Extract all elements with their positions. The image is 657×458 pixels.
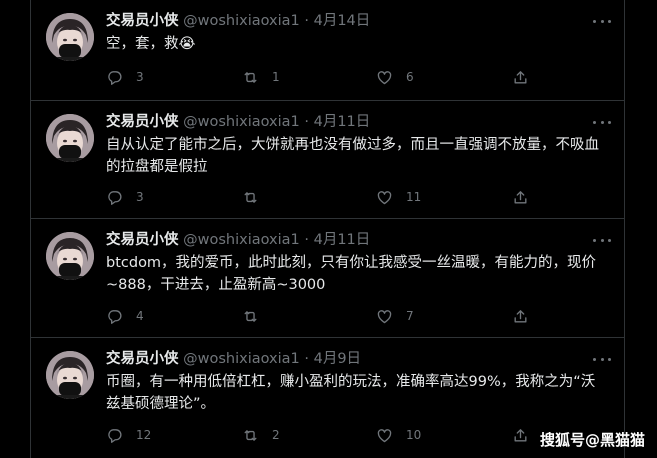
reply-icon [108, 428, 122, 443]
like-button[interactable]: 10 [376, 425, 421, 445]
share-button[interactable] [512, 187, 529, 207]
share-icon [514, 428, 527, 441]
tweet-text: 空，套，救😭 [106, 36, 196, 52]
retweet-button[interactable]: 2 [242, 425, 280, 445]
retweet-icon [244, 429, 257, 441]
retweet-button[interactable] [242, 306, 272, 326]
tweet-text: 币圈，有一种用低倍杠杠，赚小盈利的玩法，准确率高达99%，我称之为“沃兹基硕德理… [106, 374, 596, 412]
like-icon [377, 70, 392, 84]
like-count: 11 [406, 190, 422, 204]
author-handle[interactable]: @woshixiaoxia1 [183, 114, 300, 130]
author-handle[interactable]: @woshixiaoxia1 [183, 232, 300, 248]
tweet-timestamp[interactable]: 4月11日 [314, 232, 371, 248]
reply-button[interactable]: 12 [106, 425, 151, 445]
retweet-icon [244, 71, 257, 83]
reply-button[interactable]: 4 [106, 306, 144, 326]
like-count: 6 [406, 70, 414, 84]
timeline: 交易员小侠 @woshixiaoxia1 · 4月14日 空，套，救😭 3 1 … [30, 0, 625, 458]
retweet-count: 1 [272, 70, 280, 84]
like-count: 7 [406, 309, 414, 323]
avatar[interactable] [46, 232, 94, 280]
tweet-header: 交易员小侠 @woshixiaoxia1 · 4月14日 [106, 11, 370, 31]
more-icon[interactable] [593, 233, 611, 247]
like-button[interactable]: 11 [376, 187, 421, 207]
retweet-icon [244, 310, 257, 322]
tweet-timestamp[interactable]: 4月14日 [314, 13, 371, 29]
like-icon [377, 309, 392, 323]
author-name[interactable]: 交易员小侠 [106, 114, 179, 130]
reply-count: 12 [136, 428, 152, 442]
reply-count: 4 [136, 309, 144, 323]
tweet-item[interactable]: 交易员小侠 @woshixiaoxia1 · 4月9日 币圈，有一种用低倍杠杠，… [30, 338, 625, 458]
retweet-icon [244, 191, 257, 203]
more-icon[interactable] [593, 14, 611, 28]
watermark: 搜狐号@黑猫猫 [539, 431, 645, 449]
avatar[interactable] [46, 13, 94, 61]
more-icon[interactable] [593, 352, 611, 366]
tweet-actions: 3 11 [106, 187, 546, 207]
tweet-item[interactable]: 交易员小侠 @woshixiaoxia1 · 4月11日 自从认定了能市之后，大… [30, 101, 625, 219]
share-icon [514, 190, 527, 203]
share-button[interactable] [512, 67, 529, 87]
reply-icon [108, 70, 122, 85]
avatar[interactable] [46, 114, 94, 162]
share-icon [514, 309, 527, 322]
tweet-timestamp[interactable]: 4月11日 [314, 114, 371, 130]
reply-icon [108, 309, 122, 324]
avatar[interactable] [46, 351, 94, 399]
author-name[interactable]: 交易员小侠 [106, 351, 179, 367]
author-handle[interactable]: @woshixiaoxia1 [183, 13, 300, 29]
author-handle[interactable]: @woshixiaoxia1 [183, 351, 300, 367]
separator: · [304, 232, 309, 248]
more-icon[interactable] [593, 115, 611, 129]
retweet-button[interactable]: 1 [242, 67, 280, 87]
tweet-text: 自从认定了能市之后，大饼就再也没有做过多，而且一直强调不放量，不吸血的拉盘都是假… [106, 137, 599, 175]
retweet-count: 2 [272, 428, 280, 442]
tweet-header: 交易员小侠 @woshixiaoxia1 · 4月9日 [106, 349, 361, 369]
tweet-item[interactable]: 交易员小侠 @woshixiaoxia1 · 4月14日 空，套，救😭 3 1 … [30, 0, 625, 101]
like-icon [377, 428, 392, 442]
reply-button[interactable]: 3 [106, 187, 144, 207]
author-name[interactable]: 交易员小侠 [106, 13, 179, 29]
separator: · [304, 114, 309, 130]
share-button[interactable] [512, 306, 529, 326]
separator: · [304, 351, 309, 367]
tweet-header: 交易员小侠 @woshixiaoxia1 · 4月11日 [106, 230, 370, 250]
like-icon [377, 190, 392, 204]
tweet-timestamp[interactable]: 4月9日 [314, 351, 361, 367]
tweet-actions: 12 2 10 [106, 425, 546, 445]
reply-button[interactable]: 3 [106, 67, 144, 87]
tweet-actions: 4 7 [106, 306, 546, 326]
author-name[interactable]: 交易员小侠 [106, 232, 179, 248]
reply-count: 3 [136, 70, 144, 84]
tweet-actions: 3 1 6 [106, 67, 546, 87]
like-button[interactable]: 6 [376, 67, 414, 87]
like-button[interactable]: 7 [376, 306, 414, 326]
share-button[interactable] [512, 425, 529, 445]
retweet-button[interactable] [242, 187, 272, 207]
tweet-text: btcdom，我的爱币，此时此刻，只有你让我感受一丝温暖，有能力的，现价~888… [106, 255, 597, 293]
reply-icon [108, 190, 122, 205]
share-icon [514, 70, 527, 83]
separator: · [304, 13, 309, 29]
tweet-header: 交易员小侠 @woshixiaoxia1 · 4月11日 [106, 112, 370, 132]
tweet-item[interactable]: 交易员小侠 @woshixiaoxia1 · 4月11日 btcdom，我的爱币… [30, 219, 625, 338]
reply-count: 3 [136, 190, 144, 204]
like-count: 10 [406, 428, 422, 442]
